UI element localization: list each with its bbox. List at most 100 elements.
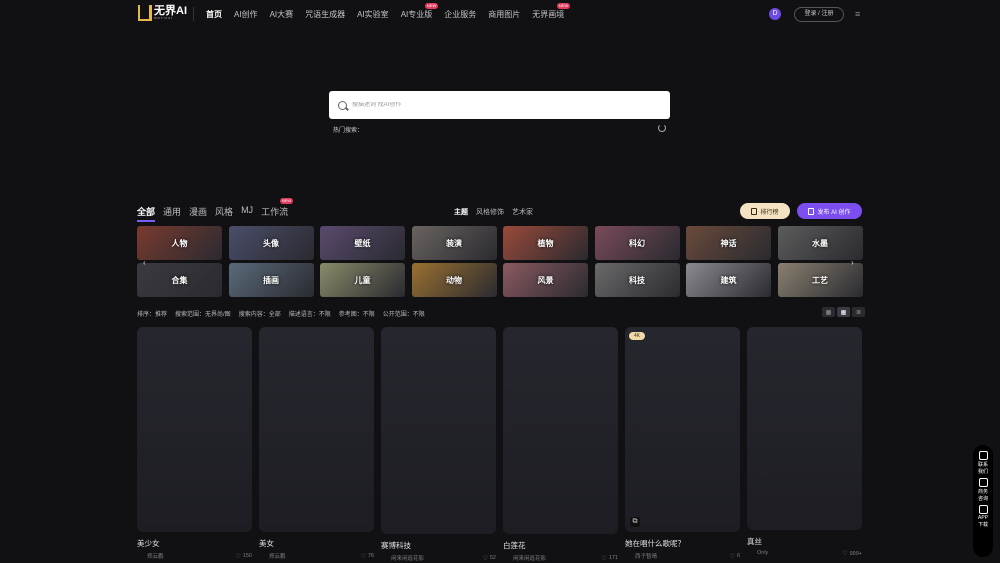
theme-tile-label: 风景 (537, 275, 554, 285)
nav-item[interactable]: 企业服务 (444, 9, 476, 20)
artwork-card[interactable]: 4K ⧉ 她在唱什么歌呢？ 西子暂晴 6 (625, 327, 740, 560)
side-float-item[interactable]: 联系我们 (976, 451, 990, 475)
theme-tile[interactable]: 动物 (411, 263, 497, 297)
nav-item[interactable]: 无界画境 NEW (532, 3, 571, 20)
theme-tile-label: 头像 (263, 238, 279, 248)
view-toggles: ▦ ▦ ≣ (822, 307, 865, 317)
theme-tile-label: 神话 (720, 238, 737, 248)
logo-mark-icon (138, 5, 152, 21)
theme-tile-label: 建筑 (720, 275, 737, 285)
artwork-card[interactable]: 真丝 Only 999+ (747, 327, 862, 557)
main-nav: 首页 AI创作 AI大赛 咒语生成器 AI实验室 AI专业版 NEW 企业服务 商用图片 无界画境… (206, 3, 571, 20)
sub-tab[interactable]: 艺术家 (512, 207, 533, 217)
new-badge: NEW (556, 3, 571, 9)
like-count[interactable]: 76 (360, 552, 374, 560)
nav-item[interactable]: 商用图片 (488, 9, 520, 20)
ranking-button[interactable]: 排行榜 (740, 203, 790, 219)
filter-dropdown[interactable]: 排序：推荐 (137, 309, 167, 318)
new-badge: NEW (279, 198, 294, 204)
theme-tile-label: 科技 (629, 275, 645, 285)
chevron-right-icon[interactable]: › (851, 258, 854, 267)
artwork-author[interactable]: 闲来闲逛花影 (513, 554, 546, 562)
sub-tab[interactable]: 风格修饰 (476, 207, 504, 217)
theme-tile-label: 工艺 (812, 275, 828, 285)
nav-item[interactable]: 首页 (206, 9, 222, 20)
theme-tile-label: 壁纸 (354, 238, 371, 248)
nav-item[interactable]: AI实验室 (357, 9, 389, 20)
theme-tile[interactable]: 建筑 (686, 263, 771, 297)
theme-tile[interactable]: 工艺 (777, 263, 863, 297)
artwork-card[interactable]: 美少女郑云鹏 150 (137, 327, 252, 560)
artwork-image[interactable]: 4K ⧉ (625, 327, 740, 532)
filter-dropdown[interactable]: 搜索内容：全部 (239, 309, 281, 318)
chevron-left-icon[interactable]: ‹ (143, 258, 146, 267)
theme-tile[interactable]: 头像 (228, 226, 314, 260)
artwork-author[interactable]: 西子暂晴 (635, 552, 657, 560)
publish-ai-creation-button[interactable]: 发布 AI 创作 (797, 203, 862, 219)
top-nav-bar: 无界AI MOTIFAI 首页 AI创作 AI大赛 咒语生成器 AI实验室 AI专业版 NE… (0, 0, 1000, 30)
artwork-title: 美女 (259, 539, 274, 548)
logo[interactable]: 无界AI MOTIFAI (138, 5, 187, 21)
artwork-card[interactable]: 美女郑云鹏 76 (259, 327, 374, 560)
filter-dropdown[interactable]: 搜索范围：无界尚/图 (175, 309, 231, 318)
category-tab-label: 漫画 (189, 207, 208, 217)
filter-dropdown[interactable]: 描述语言：不限 (289, 309, 331, 318)
like-count[interactable]: 150 (235, 552, 252, 560)
nav-item[interactable]: 咒语生成器 (305, 9, 345, 20)
theme-tile[interactable]: 儿童 (320, 263, 405, 297)
sub-tab[interactable]: 主题 (454, 207, 468, 217)
theme-tile[interactable]: 科技 (594, 263, 680, 297)
category-tabs: 全部 通用 漫画 风格 MJ 工作流 NEW (137, 198, 294, 222)
category-tab[interactable]: 通用 (163, 205, 181, 218)
refresh-icon[interactable] (658, 124, 666, 132)
category-tab[interactable]: MJ (241, 205, 253, 218)
document-icon (808, 207, 815, 215)
theme-tile[interactable]: 壁纸 (320, 226, 405, 260)
avatar[interactable]: D (769, 8, 781, 20)
theme-tile[interactable]: 人物 (137, 226, 222, 260)
grid-small-icon[interactable]: ▦ (822, 307, 835, 317)
nav-item[interactable]: AI创作 (234, 9, 258, 20)
artwork-image[interactable] (503, 327, 618, 534)
theme-tile[interactable]: 植物 (503, 226, 588, 260)
artwork-card[interactable]: 白莲花闲来闲逛花影 171 (503, 327, 618, 562)
artwork-author[interactable]: 郑云鹏 (269, 552, 286, 560)
search-icon[interactable] (338, 100, 347, 110)
like-count[interactable]: 6 (730, 552, 740, 560)
theme-tile[interactable]: 装潢 (411, 226, 497, 260)
side-float-item[interactable]: APP下载 (976, 505, 990, 528)
artwork-image[interactable] (259, 327, 374, 532)
theme-tile[interactable]: 插画 (228, 263, 314, 297)
category-tab[interactable]: 风格 (215, 205, 233, 218)
like-count[interactable]: 171 (601, 554, 618, 562)
theme-tile[interactable]: 合集 (137, 263, 222, 297)
artwork-image[interactable] (381, 327, 496, 534)
artwork-author[interactable]: 郑云鹏 (147, 552, 164, 560)
theme-tile[interactable]: 科幻 (594, 226, 680, 260)
grid-large-icon[interactable]: ▦ (837, 307, 850, 317)
category-tab[interactable]: 全部 (137, 205, 156, 222)
nav-item[interactable]: AI专业版 NEW (401, 3, 439, 20)
artwork-title: 赛博科技 (381, 541, 411, 550)
theme-tile[interactable]: 风景 (503, 263, 588, 297)
artwork-card[interactable]: 赛博科技闲来闲逛花影 52 (381, 327, 496, 562)
category-tab[interactable]: 漫画 (189, 205, 207, 218)
category-tab[interactable]: 工作流 NEW (261, 198, 294, 218)
theme-grid: 人物 头像 壁纸 装潢 植物 科幻 神话 水墨合集 插画 儿童 动物 风景 科技 建筑 工艺 (137, 226, 863, 297)
artwork-image[interactable] (137, 327, 252, 532)
list-view-icon[interactable]: ≣ (852, 307, 865, 317)
login-register-button[interactable]: 登录 / 注册 (794, 7, 844, 22)
theme-tile[interactable]: 水墨 (777, 226, 863, 260)
artwork-author[interactable]: 闲来闲逛花影 (391, 554, 424, 562)
side-float-item[interactable]: 商务咨询 (976, 478, 990, 502)
filter-dropdown[interactable]: 参考图：不限 (339, 309, 375, 318)
artwork-author[interactable]: Only (757, 550, 768, 557)
like-count[interactable]: 52 (482, 554, 496, 562)
theme-tile[interactable]: 神话 (686, 226, 771, 260)
artwork-image[interactable] (747, 327, 862, 530)
nav-item[interactable]: AI大赛 (270, 9, 294, 20)
like-count[interactable]: 999+ (842, 550, 862, 557)
filter-dropdown[interactable]: 公开范围：不限 (383, 309, 425, 318)
menu-icon[interactable]: ≡ (855, 9, 863, 19)
search-input[interactable] (352, 102, 652, 108)
